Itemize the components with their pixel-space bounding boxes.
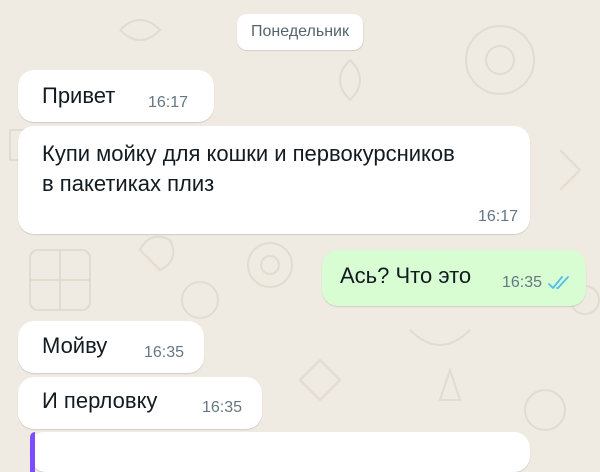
message-text: И перловку: [42, 388, 158, 413]
message-bubble-incoming[interactable]: Мойву 16:35: [18, 321, 204, 373]
message-bubble-partial[interactable]: [30, 432, 530, 472]
quote-accent-bar: [30, 432, 35, 472]
message-bubble-outgoing[interactable]: Ась? Что это 16:35: [322, 250, 586, 306]
date-separator: Понедельник: [237, 14, 363, 50]
message-bubble-incoming[interactable]: Купи мойку для кошки и первокурсников в …: [18, 126, 530, 234]
message-text: Привет: [42, 83, 116, 108]
double-check-read-icon: [548, 276, 569, 289]
message-time: 16:35: [202, 399, 243, 416]
message-time: 16:35: [144, 344, 185, 361]
message-text: Ась? Что это: [340, 263, 472, 288]
message-bubble-incoming[interactable]: И перловку 16:35: [18, 377, 262, 429]
message-time: 16:35: [501, 274, 542, 291]
message-meta: 16:35: [502, 274, 574, 292]
message-text: Купи мойку для кошки и первокурсников в …: [42, 141, 455, 196]
message-time: 16:17: [477, 208, 518, 225]
message-time: 16:17: [148, 94, 189, 111]
message-bubble-incoming[interactable]: Привет 16:17: [18, 70, 214, 122]
message-text: Мойву: [42, 333, 108, 358]
